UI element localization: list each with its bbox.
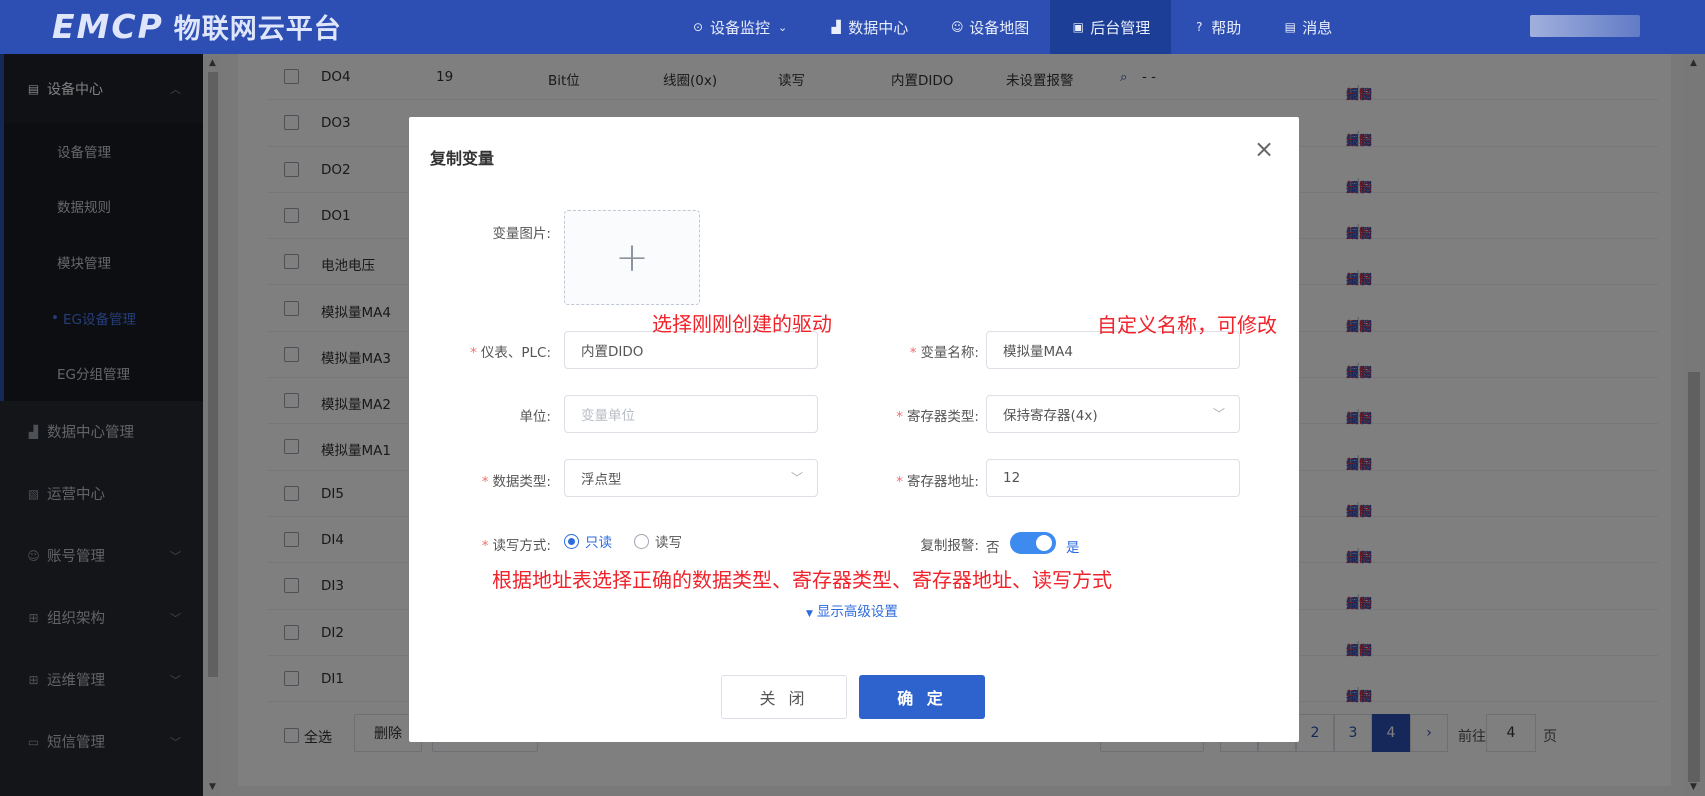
annotation-driver: 选择刚刚创建的驱动 [652, 312, 832, 336]
chevron-down-icon: ⌄ [778, 20, 788, 34]
toggle-off-label: 否 [986, 540, 1000, 556]
label-text: 寄存器类型: [906, 409, 979, 425]
nav-label: 设备地图 [969, 18, 1030, 37]
chart-icon: ▟ [831, 20, 841, 34]
message-icon: ▤ [1284, 20, 1296, 34]
required-mark: * [481, 538, 489, 554]
label-text: 数据类型: [492, 474, 551, 490]
nav-label: 数据中心 [848, 18, 909, 37]
unit-placeholder: 变量单位 [581, 408, 635, 424]
nav-label: 帮助 [1211, 18, 1242, 37]
copy-alarm-toggle[interactable] [1010, 532, 1056, 554]
register-type-select[interactable]: 保持寄存器(4x) ﹀ [986, 395, 1240, 433]
annotation-main: 根据地址表选择正确的数据类型、寄存器类型、寄存器地址、读写方式 [492, 568, 1112, 592]
unit-input[interactable]: 变量单位 [564, 395, 818, 433]
confirm-button[interactable]: 确 定 [859, 675, 985, 719]
label-text: 单位: [519, 409, 551, 425]
nav-help[interactable]: ? 帮助 [1171, 0, 1262, 54]
monitor-icon: ▣ [1072, 20, 1084, 34]
required-mark: * [896, 409, 903, 425]
data-type-select[interactable]: 浮点型 ﹀ [564, 459, 818, 497]
plc-label: * 仪表、PLC: [439, 341, 551, 361]
user-icon: ☺ [950, 20, 964, 34]
copy-variable-dialog: 复制变量 × 变量图片: + * 仪表、PLC: 内置DIDO * 变量名称: 模拟… [409, 117, 1299, 742]
logo-subtitle: 物联网云平台 [173, 13, 342, 45]
register-addr-value: 12 [1003, 470, 1021, 486]
label-text: 读写方式: [492, 538, 551, 554]
caret-down-icon: ▼ [806, 609, 813, 619]
data-type-value: 浮点型 [581, 472, 622, 488]
var-name-label: * 变量名称: [869, 341, 979, 361]
close-button[interactable]: 关 闭 [721, 675, 847, 719]
register-type-value: 保持寄存器(4x) [1003, 408, 1098, 424]
label-text: 仪表、PLC: [480, 345, 551, 361]
register-type-label: * 寄存器类型: [849, 405, 979, 425]
required-mark: * [909, 345, 917, 361]
radio-unchecked-icon [634, 533, 649, 549]
user-account-blurred[interactable] [1530, 15, 1640, 37]
help-icon: ? [1196, 20, 1203, 34]
rw-option-readonly[interactable]: 只读 [564, 531, 612, 551]
advanced-label: 显示高级设置 [816, 604, 898, 620]
location-icon: ⊙ [692, 20, 704, 34]
radio-label: 只读 [585, 535, 612, 551]
data-type-label: * 数据类型: [439, 470, 551, 490]
chevron-down-icon: ﹀ [1212, 407, 1225, 421]
copy-alarm-label: 复制报警: [849, 534, 979, 554]
nav-admin[interactable]: ▣ 后台管理 [1050, 0, 1172, 54]
label-text: 复制报警: [920, 538, 979, 554]
register-addr-input[interactable]: 12 [986, 459, 1240, 497]
toggle-on-label: 是 [1066, 540, 1080, 556]
main-nav: ⊙ 设备监控 ⌄ ▟ 数据中心 ☺ 设备地图 ▣ 后台管理 ? 帮助 ▤ 消息 [670, 0, 1353, 54]
nav-label: 设备监控 [710, 18, 771, 37]
top-navigation-bar: EMCP 物联网云平台 ⊙ 设备监控 ⌄ ▟ 数据中心 ☺ 设备地图 ▣ 后台管… [0, 0, 1705, 54]
label-text: 变量名称: [920, 345, 979, 361]
rw-label: * 读写方式: [439, 534, 551, 554]
chevron-down-icon: ﹀ [790, 471, 803, 485]
nav-label: 消息 [1302, 18, 1333, 37]
radio-checked-icon [564, 533, 579, 549]
logo-text: EMCP [52, 6, 164, 46]
logo[interactable]: EMCP 物联网云平台 [52, 6, 342, 46]
dialog-title: 复制变量 [430, 149, 495, 168]
required-mark: * [470, 345, 477, 361]
annotation-name: 自定义名称，可修改 [1097, 313, 1277, 337]
plc-value: 内置DIDO [581, 344, 644, 360]
nav-device-monitor[interactable]: ⊙ 设备监控 ⌄ [670, 0, 808, 54]
image-label: 变量图片: [469, 222, 551, 242]
required-mark: * [481, 474, 489, 490]
label-text: 变量图片: [492, 226, 551, 242]
close-icon[interactable]: × [1254, 137, 1274, 161]
show-advanced-settings[interactable]: ▼ 显示高级设置 [806, 600, 898, 620]
register-addr-label: * 寄存器地址: [849, 470, 979, 490]
nav-messages[interactable]: ▤ 消息 [1262, 0, 1353, 54]
nav-data-center[interactable]: ▟ 数据中心 [808, 0, 929, 54]
required-mark: * [896, 474, 903, 490]
unit-label: 单位: [469, 405, 551, 425]
nav-device-map[interactable]: ☺ 设备地图 [929, 0, 1050, 54]
plus-icon: + [615, 234, 649, 281]
label-text: 寄存器地址: [906, 474, 979, 490]
var-name-value: 模拟量MA4 [1003, 344, 1073, 360]
radio-label: 读写 [655, 535, 682, 551]
nav-label: 后台管理 [1090, 18, 1151, 37]
rw-option-readwrite[interactable]: 读写 [634, 531, 682, 551]
image-upload[interactable]: + [564, 210, 700, 305]
